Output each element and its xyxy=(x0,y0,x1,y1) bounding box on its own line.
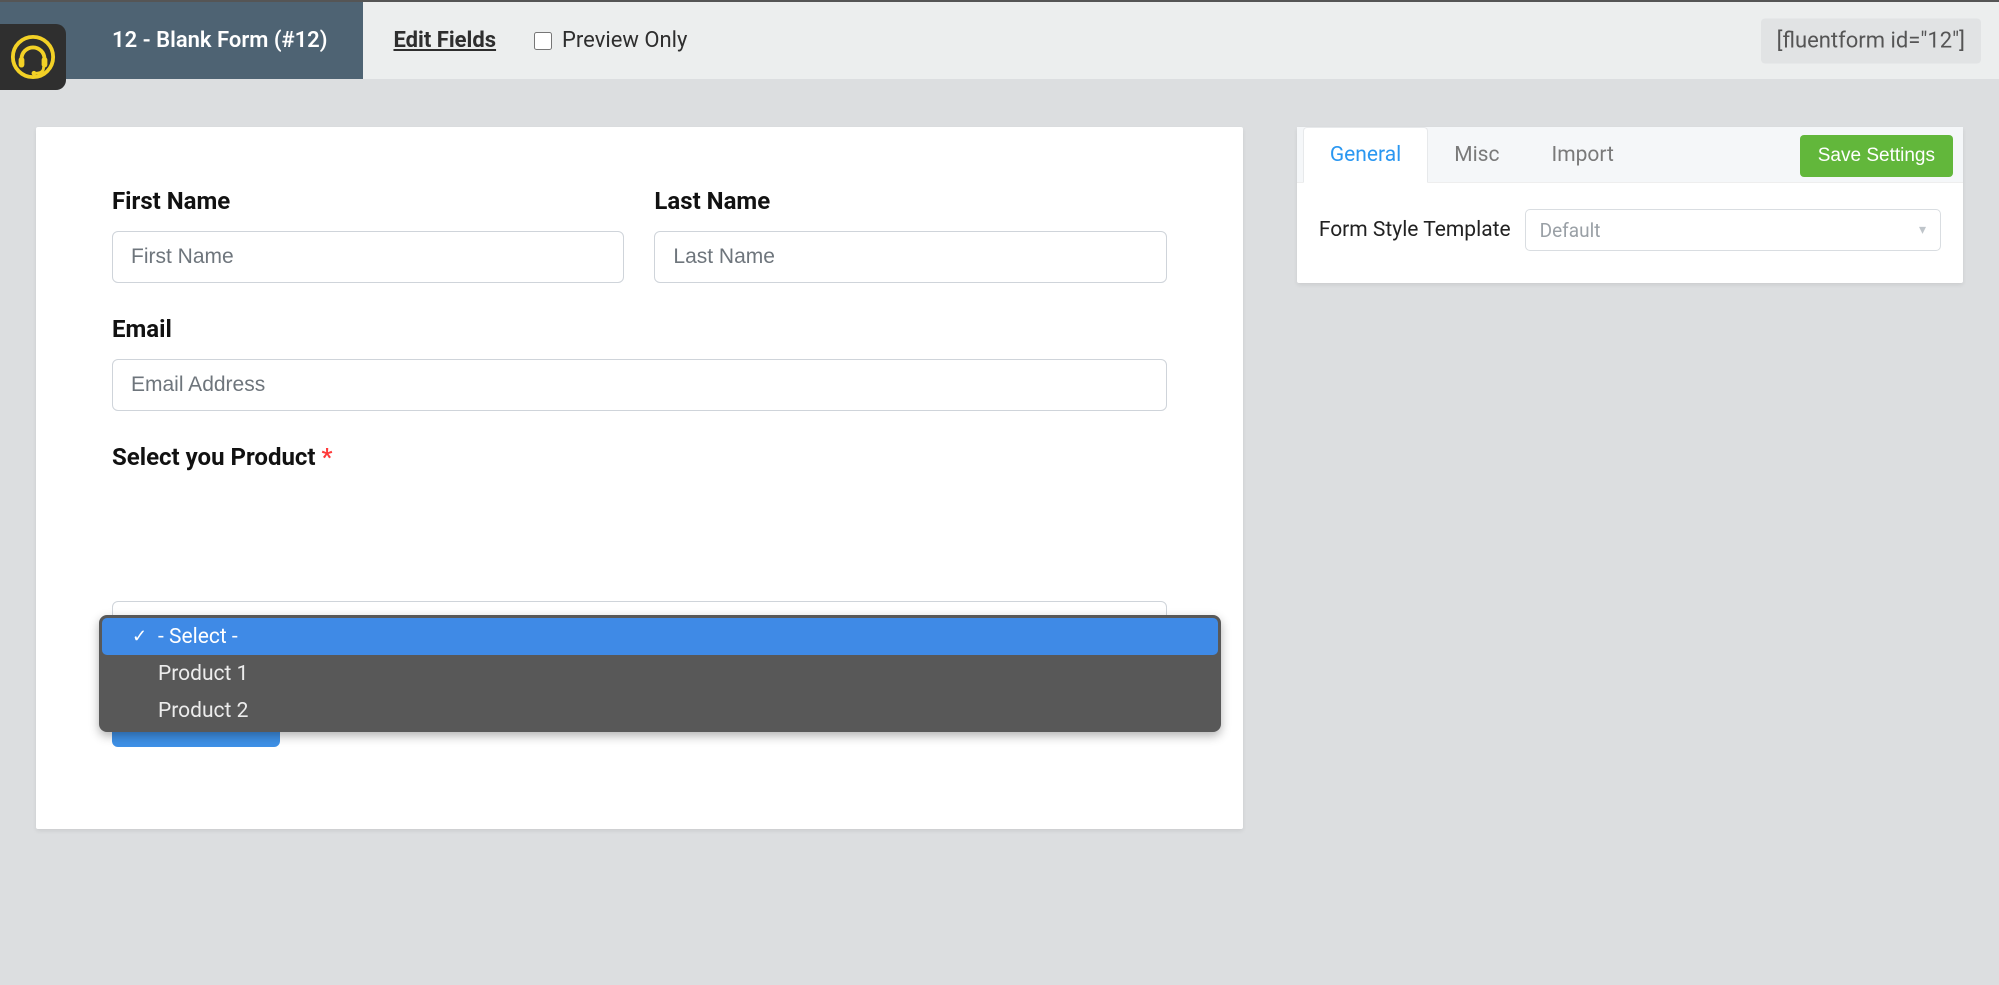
dropdown-spacer xyxy=(112,503,1167,601)
form-style-label: Form Style Template xyxy=(1319,218,1511,242)
product-field: Select you Product* xyxy=(112,443,1167,471)
first-name-label: First Name xyxy=(112,187,624,215)
email-input[interactable] xyxy=(112,359,1167,411)
product-label: Select you Product* xyxy=(112,443,1167,471)
form-preview-panel: First Name Last Name Email Select you Pr… xyxy=(36,127,1243,829)
last-name-field: Last Name xyxy=(654,187,1166,283)
tab-general[interactable]: General xyxy=(1303,127,1428,183)
save-settings-button[interactable]: Save Settings xyxy=(1800,135,1953,177)
product-label-text: Select you Product xyxy=(112,443,316,471)
preview-only-toggle[interactable]: Preview Only xyxy=(534,28,687,53)
product-option-label: Product 1 xyxy=(158,662,248,686)
topbar: 12 - Blank Form (#12) Edit Fields Previe… xyxy=(0,0,1999,79)
product-option-label: Product 2 xyxy=(158,699,248,723)
product-option-label: - Select - xyxy=(158,625,238,649)
required-asterisk: * xyxy=(322,443,333,471)
last-name-input[interactable] xyxy=(654,231,1166,283)
tab-misc[interactable]: Misc xyxy=(1428,127,1525,183)
tab-import[interactable]: Import xyxy=(1526,127,1640,183)
edit-fields-link[interactable]: Edit Fields xyxy=(393,28,496,53)
product-option-2[interactable]: Product 2 xyxy=(102,692,1218,729)
check-icon xyxy=(132,626,158,647)
chevron-down-icon: ▾ xyxy=(1919,222,1926,238)
product-option-select[interactable]: - Select - xyxy=(102,618,1218,655)
email-label: Email xyxy=(112,315,1167,343)
last-name-label: Last Name xyxy=(654,187,1166,215)
settings-tabs: General Misc Import Save Settings xyxy=(1297,127,1963,183)
product-dropdown[interactable]: - Select - Product 1 Product 2 xyxy=(99,615,1221,732)
form-style-select[interactable]: Default ▾ xyxy=(1525,209,1941,251)
preview-only-checkbox[interactable] xyxy=(534,32,552,50)
form-style-value: Default xyxy=(1540,219,1601,242)
settings-body: Form Style Template Default ▾ xyxy=(1297,183,1963,277)
main-area: First Name Last Name Email Select you Pr… xyxy=(0,79,1999,877)
preview-only-label: Preview Only xyxy=(562,28,687,53)
shortcode-display[interactable]: [fluentform id="12"] xyxy=(1761,18,1981,63)
first-name-input[interactable] xyxy=(112,231,624,283)
first-name-field: First Name xyxy=(112,187,624,283)
support-badge[interactable] xyxy=(0,24,66,90)
headset-icon xyxy=(10,34,56,80)
email-field: Email xyxy=(112,315,1167,411)
settings-panel: General Misc Import Save Settings Form S… xyxy=(1297,127,1963,283)
product-option-1[interactable]: Product 1 xyxy=(102,655,1218,692)
